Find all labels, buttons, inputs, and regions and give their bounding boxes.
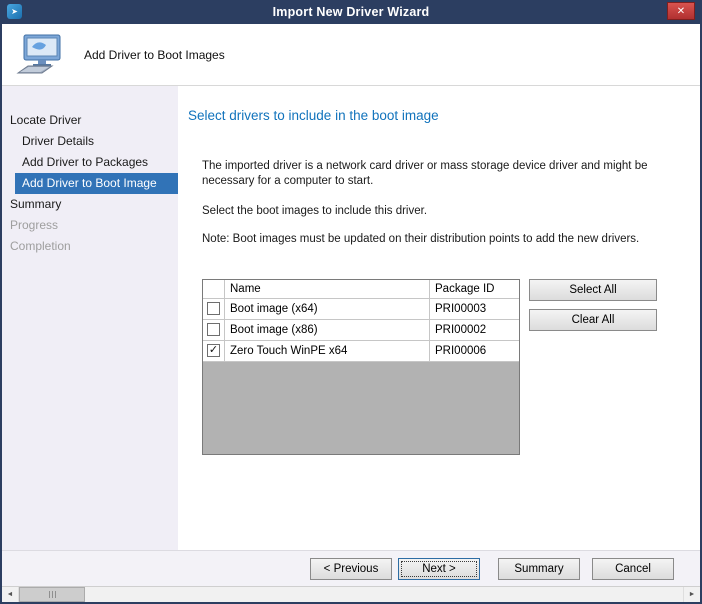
cancel-button[interactable]: Cancel <box>592 558 674 580</box>
table-row[interactable]: Boot image (x64) PRI00003 <box>203 299 519 320</box>
step-driver-details[interactable]: Driver Details <box>2 131 178 152</box>
clear-all-button[interactable]: Clear All <box>529 309 657 331</box>
step-summary[interactable]: Summary <box>2 194 178 215</box>
row-package-id: PRI00002 <box>430 320 519 340</box>
table-header-row: Name Package ID <box>203 280 519 299</box>
instruction-text: Select the boot images to include this d… <box>202 204 700 219</box>
row-package-id: PRI00006 <box>430 341 519 361</box>
titlebar: ➤ Import New Driver Wizard ✕ <box>2 0 700 24</box>
checkbox-cell <box>203 320 225 340</box>
scrollbar-thumb[interactable] <box>19 587 85 602</box>
step-add-driver-to-packages[interactable]: Add Driver to Packages <box>2 152 178 173</box>
window-title: Import New Driver Wizard <box>273 5 430 19</box>
close-button[interactable]: ✕ <box>667 2 695 20</box>
table-row[interactable]: Boot image (x86) PRI00002 <box>203 320 519 341</box>
import-new-driver-wizard-window: ➤ Import New Driver Wizard ✕ Add Driver … <box>0 0 702 604</box>
step-locate-driver[interactable]: Locate Driver <box>2 110 178 131</box>
boot-image-table-zone: Name Package ID Boot image (x64) PRI0000… <box>202 279 700 455</box>
selection-buttons: Select All Clear All <box>529 279 657 455</box>
boot-image-x86-checkbox[interactable] <box>207 323 220 336</box>
row-name: Boot image (x64) <box>225 299 430 319</box>
horizontal-scrollbar[interactable]: ◄ ► <box>2 586 700 602</box>
wizard-body: Locate Driver Driver Details Add Driver … <box>2 86 700 550</box>
table-empty-area <box>203 362 519 454</box>
row-name: Zero Touch WinPE x64 <box>225 341 430 361</box>
wizard-steps-sidebar: Locate Driver Driver Details Add Driver … <box>2 86 178 550</box>
boot-image-table: Name Package ID Boot image (x64) PRI0000… <box>202 279 520 455</box>
page-title: Select drivers to include in the boot im… <box>188 108 700 123</box>
wizard-header: Add Driver to Boot Images <box>2 24 700 86</box>
intro-text: The imported driver is a network card dr… <box>202 159 700 189</box>
next-button[interactable]: Next > <box>398 558 480 580</box>
step-progress: Progress <box>2 215 178 236</box>
row-package-id: PRI00003 <box>430 299 519 319</box>
checkbox-cell <box>203 299 225 319</box>
step-completion: Completion <box>2 236 178 257</box>
table-row[interactable]: ✓ Zero Touch WinPE x64 PRI00006 <box>203 341 519 362</box>
step-add-driver-to-boot-image[interactable]: Add Driver to Boot Image <box>15 173 178 194</box>
header-name: Name <box>225 280 430 298</box>
header-title: Add Driver to Boot Images <box>84 48 225 62</box>
summary-button[interactable]: Summary <box>498 558 580 580</box>
wizard-icon: ➤ <box>7 4 22 19</box>
boot-image-x64-checkbox[interactable] <box>207 302 220 315</box>
header-package-id: Package ID <box>430 280 519 298</box>
computer-icon <box>16 34 64 76</box>
scroll-left-icon[interactable]: ◄ <box>2 587 19 602</box>
scroll-right-icon[interactable]: ► <box>683 587 700 602</box>
wizard-page: Select drivers to include in the boot im… <box>178 86 700 550</box>
select-all-button[interactable]: Select All <box>529 279 657 301</box>
wizard-footer: < Previous Next > Summary Cancel <box>2 550 700 586</box>
zero-touch-winpe-x64-checkbox[interactable]: ✓ <box>207 344 220 357</box>
row-name: Boot image (x86) <box>225 320 430 340</box>
previous-button[interactable]: < Previous <box>310 558 392 580</box>
note-text: Note: Boot images must be updated on the… <box>202 232 700 247</box>
checkbox-cell: ✓ <box>203 341 225 361</box>
header-checkbox-column <box>203 280 225 298</box>
